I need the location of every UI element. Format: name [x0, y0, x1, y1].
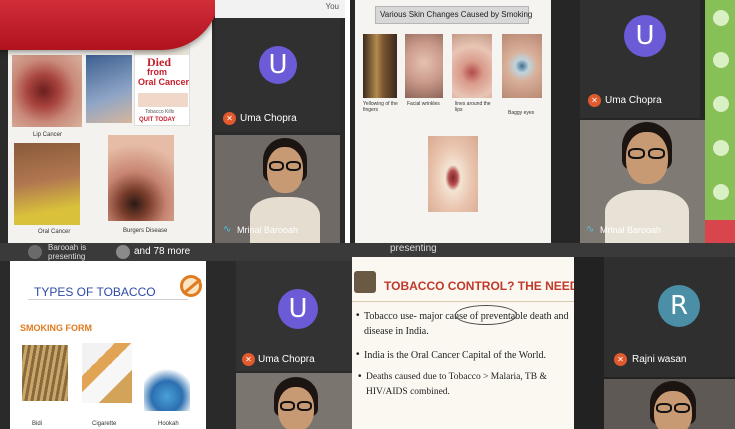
mic-muted-icon: ✕ [588, 94, 601, 107]
slide-logo [354, 271, 376, 293]
participant-tile-mrinal-barooah[interactable]: ∿ Mrinal Barooah [580, 120, 705, 243]
participant-tile-uma-chopra[interactable]: U ✕ Uma Chopra [215, 18, 340, 132]
photo-bidi [22, 345, 68, 401]
participant-tile-rajni-wasan[interactable]: R ✕ Rajni wasan [604, 257, 735, 377]
presenter-label: presenting [390, 243, 437, 254]
participant-name-uma-chopra: Uma Chopra [605, 95, 662, 106]
red-banner [0, 0, 220, 50]
slide-skin-changes: Various Skin Changes Caused by Smoking Y… [355, 0, 551, 243]
participant-name-uma-chopra: Uma Chopra [258, 354, 315, 365]
more-participants-avatar [116, 245, 130, 259]
avatar-uma-chopra: U [259, 46, 297, 84]
caption-baggy-eyes: Baggy eyes [508, 110, 535, 116]
collage-panel-bottom-left: Barooah is presenting and 78 more TYPES … [0, 243, 352, 429]
avatar-rajni-wasan: R [658, 285, 700, 327]
slide-types-of-tobacco: TYPES OF TOBACCO SMOKING FORM Bidi Cigar… [10, 261, 206, 429]
caption-cigarette: Cigarette [92, 421, 117, 427]
photo-baggy-eyes [502, 34, 542, 98]
more-participants-label[interactable]: and 78 more [134, 246, 190, 257]
photo-yellow-fingers [363, 34, 397, 98]
photo-burgers-disease [108, 135, 174, 221]
poster-title-oral-cancer: Oral Cancer [138, 77, 190, 87]
audio-wave-icon: ∿ [586, 224, 595, 235]
section-label: SMOKING FORM [20, 323, 92, 333]
caption-burgers-disease: Burgers Disease [123, 228, 168, 234]
caption-yellow-fingers: Yellowing of the fingers [363, 101, 398, 113]
poster-footer: QUIT TODAY [139, 117, 176, 123]
photo-lines-around-lips [452, 34, 492, 98]
photo-cigarette [82, 343, 132, 403]
participant-tile-mrinal-barooah[interactable]: ∿ Mrinal Barooah [215, 135, 340, 243]
caption-hookah: Hookah [158, 421, 179, 427]
photo-hookah [144, 339, 190, 411]
participant-name-rajni-wasan: Rajni wasan [632, 354, 687, 365]
presenter-avatar [28, 245, 42, 259]
collage-panel-bottom-right: presenting TOBACCO CONTROL? THE NEED • T… [352, 243, 735, 429]
header-strip: You [215, 0, 345, 18]
photo-patient [86, 55, 132, 123]
slide-title-box: Various Skin Changes Caused by Smoking [375, 6, 533, 24]
participant-name-uma-chopra: Uma Chopra [240, 113, 297, 124]
no-smoking-icon [180, 275, 202, 297]
participant-tile-uma-chopra[interactable]: U ✕ Uma Chopra [236, 261, 352, 371]
caption-lip-cancer: Lip Cancer [33, 132, 63, 138]
avatar-uma-chopra: U [624, 15, 666, 57]
photo-facial-wrinkles [405, 34, 443, 98]
slide-tobacco-control: TOBACCO CONTROL? THE NEED • Tobacco use-… [352, 257, 574, 429]
mic-muted-icon: ✕ [223, 112, 236, 125]
collage-panel-top-right: Various Skin Changes Caused by Smoking Y… [350, 0, 735, 243]
poster-title-from: from [147, 67, 167, 77]
bullet-2: India is the Oral Cancer Capital of the … [364, 350, 547, 361]
caption-oral-cancer: Oral Cancer [38, 229, 71, 235]
photo-lip-cancer [12, 55, 82, 127]
presenter-bar: Barooah is presenting and 78 more [0, 243, 352, 261]
participant-tile-uma-chopra[interactable]: U ✕ Uma Chopra [580, 0, 700, 118]
mic-muted-icon: ✕ [242, 353, 255, 366]
poster-oral-cancer: Died from Oral Cancer Tobacco Kills QUIT… [134, 44, 190, 126]
slide-title: TOBACCO CONTROL? THE NEED [384, 279, 574, 293]
avatar-uma-chopra: U [278, 289, 318, 329]
green-dotted-wallpaper [705, 0, 735, 220]
audio-wave-icon: ∿ [223, 224, 232, 235]
slide-title: TYPES OF TOBACCO [34, 285, 156, 299]
caption-facial-wrinkles: Facial wrinkles [407, 101, 440, 107]
photo-oral-cancer [14, 143, 80, 225]
participant-name-mrinal-barooah: Mrinal Barooah [237, 225, 299, 235]
presenter-bar: presenting [352, 243, 735, 257]
mic-muted-icon: ✕ [614, 353, 627, 366]
photo-teeth [428, 136, 478, 212]
highlight-circle [455, 305, 517, 325]
participant-video-tile[interactable] [604, 379, 735, 429]
bullet-3: Deaths caused due to Tobacco > Malaria, … [366, 372, 547, 397]
slide-title: Various Skin Changes Caused by Smoking [380, 10, 533, 19]
caption-bidi: Bidi [32, 421, 43, 427]
header-partial: You [325, 2, 340, 11]
collage-panel-top-left: Lip Cancer Died from Oral Cancer Tobacco… [0, 0, 345, 243]
caption-lines-around-lips: lines around the lips [455, 101, 491, 113]
presenter-label: Barooah is presenting [48, 243, 87, 261]
participant-video-tile[interactable] [236, 373, 352, 429]
participant-name-mrinal-barooah: Mrinal Barooah [600, 225, 662, 235]
poster-small-text: Tobacco Kills [145, 109, 175, 115]
